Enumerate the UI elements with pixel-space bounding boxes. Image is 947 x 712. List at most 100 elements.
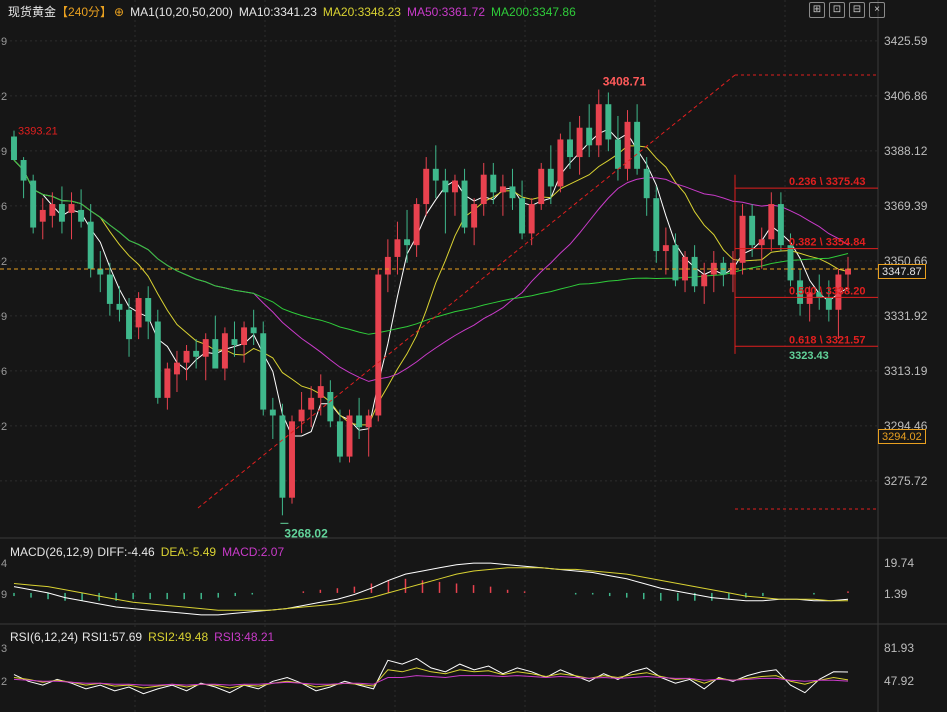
candle-up [365, 415, 372, 428]
candle-down [777, 204, 784, 246]
candle-down [30, 180, 37, 228]
macd-axis-tick: 1.39 [884, 587, 908, 601]
candle-up [202, 339, 209, 357]
candle-up [308, 397, 315, 410]
fullscreen-icon[interactable]: ⊡ [829, 2, 845, 18]
candle-up [49, 204, 56, 216]
ma200-value: MA200:3347.86 [491, 5, 576, 19]
ma20-value: MA20:3348.23 [322, 5, 401, 19]
last-low-label: 3323.43 [789, 350, 829, 362]
period-label[interactable]: 【240分】 [56, 5, 112, 19]
candle-down [691, 256, 698, 287]
candle-down [11, 136, 17, 161]
candle-down [404, 239, 411, 246]
candle-down [126, 309, 133, 340]
candle-down [336, 421, 343, 457]
candle-up [499, 186, 506, 193]
candle-down [614, 139, 621, 169]
macd-diff-value: DIFF:-4.46 [97, 545, 155, 559]
candle-down [432, 168, 439, 181]
ma-params: MA1(10,20,50,200) [130, 5, 233, 19]
candle-up [739, 215, 746, 263]
candle-up [480, 174, 487, 205]
candle-down [231, 339, 238, 346]
start-price-label: 3393.21 [18, 126, 58, 138]
candle-up [384, 256, 391, 275]
candle-up [595, 104, 602, 146]
candle-up [538, 168, 545, 205]
left-axis-tick: 2 [1, 256, 7, 268]
candle-down [672, 245, 679, 281]
candle-up [413, 204, 420, 246]
rsi-title: RSI(6,12,24) [10, 630, 79, 644]
high-price-label: 3408.71 [603, 75, 647, 89]
crosshair-icon[interactable]: ⊞ [809, 2, 825, 18]
candle-down [461, 180, 468, 228]
fib-level-label: 0.236 \ 3375.43 [789, 176, 865, 188]
candle-up [394, 239, 401, 257]
candle-down [787, 245, 794, 281]
candle-down [509, 186, 516, 199]
candle-down [116, 303, 123, 310]
candle-down [356, 415, 363, 428]
candle-down [749, 215, 756, 246]
candle-down [260, 333, 267, 410]
price-axis-tick: 3369.39 [884, 199, 928, 213]
candle-up [471, 204, 478, 228]
candle-down [250, 327, 257, 334]
candle-up [173, 362, 180, 375]
candle-up [183, 350, 190, 363]
candle-down [605, 104, 612, 140]
macd-legend: MACD(26,12,9) DIFF:-4.46 DEA:-5.49 MACD:2.0… [10, 545, 290, 559]
left-axis-tick: 9 [1, 311, 7, 323]
candle-up [528, 204, 535, 234]
price-axis-tick: 3331.92 [884, 309, 928, 323]
close-icon[interactable]: × [869, 2, 885, 18]
left-axis-tick: 6 [1, 366, 7, 378]
candle-up [758, 239, 765, 246]
split-view-icon[interactable]: ⊟ [849, 2, 865, 18]
candle-up [135, 298, 142, 328]
macd-diff-line [13, 562, 849, 616]
candle-up [68, 204, 75, 213]
candle-down [442, 180, 449, 193]
candle-down [547, 168, 554, 187]
candle-down [490, 174, 497, 193]
candle-up [768, 204, 775, 240]
rsi-axis-tick: 81.93 [884, 641, 914, 655]
macd-title: MACD(26,12,9) [10, 545, 94, 559]
macd-dea-value: DEA:-5.49 [160, 545, 217, 559]
candle-up [701, 274, 708, 287]
price-axis-tick: 3275.72 [884, 474, 928, 488]
candle-up [576, 127, 583, 158]
candle-up [346, 415, 353, 457]
rsi1-value: RSI1:57.69 [82, 630, 143, 644]
macd-axis-tick: 19.74 [884, 556, 914, 570]
candle-down [567, 139, 573, 158]
main-legend: 现货黄金【240分】 ⊕ MA1(10,20,50,200) MA10:3341.23… [8, 5, 582, 19]
candle-down [825, 298, 832, 310]
rsi-axis-tick: 47.92 [884, 674, 914, 688]
candle-down [586, 127, 593, 146]
fib-level-label: 0.500 \ 3338.20 [789, 285, 865, 297]
candle-down [327, 391, 334, 422]
left-axis-tick: 9 [1, 146, 7, 158]
chart-canvas[interactable]: 0.236 \ 3375.43 0.382 \ 3354.84 0.500 \ 33… [0, 0, 947, 712]
rsi-left-tick: 3 [1, 643, 7, 655]
settings-icon[interactable]: ⊕ [114, 5, 124, 19]
rsi3-value: RSI3:48.21 [214, 630, 275, 644]
rsi2-value: RSI2:49.48 [148, 630, 209, 644]
left-axis-tick: 9 [1, 36, 7, 48]
fib-level-label: 0.618 \ 3321.57 [789, 334, 865, 346]
candle-up [624, 121, 631, 169]
candle-down [78, 209, 85, 222]
candle-down [634, 121, 641, 169]
candle-up [423, 168, 430, 205]
candle-down [269, 409, 276, 416]
candle-up [451, 180, 458, 193]
candle-down [106, 274, 113, 304]
candle-down [212, 339, 219, 369]
price-axis-tick: 3406.86 [884, 89, 928, 103]
macd-left-tick: 4 [1, 558, 7, 570]
candle-down [193, 350, 200, 357]
